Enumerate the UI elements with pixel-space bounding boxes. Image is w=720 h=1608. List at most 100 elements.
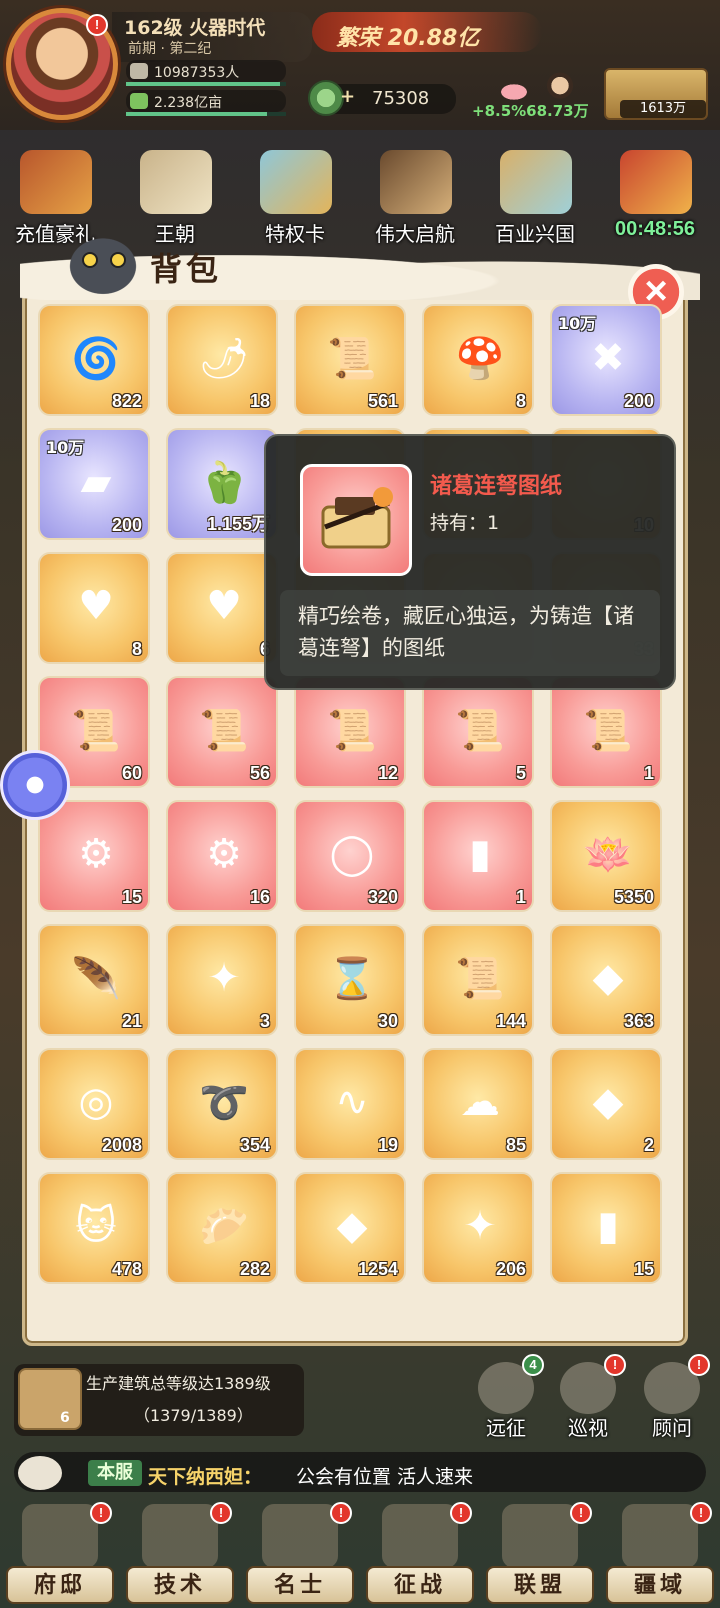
- item-quantity: 2: [643, 1135, 654, 1155]
- bag-item-slot[interactable]: 🪷 5350: [550, 800, 662, 912]
- nav-battle[interactable]: ! 征战: [360, 1502, 480, 1608]
- nav-label: 征战: [366, 1566, 474, 1604]
- item-quantity: 85: [505, 1135, 526, 1155]
- task-progress: （1379/1389）: [134, 1406, 253, 1425]
- bag-item-slot[interactable]: ◎ 2008: [38, 1048, 150, 1160]
- bag-item-slot[interactable]: 📜 5: [422, 676, 534, 788]
- bag-item-slot[interactable]: 🌶 18: [166, 304, 278, 416]
- inspect-button[interactable]: ! 巡视: [548, 1354, 628, 1444]
- bell-pepper-icon: 🫑: [199, 459, 249, 506]
- steamed-bun-icon: 🥟: [199, 1203, 249, 1250]
- bag-item-slot[interactable]: ◯ 320: [294, 800, 406, 912]
- activity-industry[interactable]: 百业兴国: [480, 144, 590, 246]
- welcome-card-icon: ▮: [596, 1203, 619, 1249]
- bag-item-slot[interactable]: 📜 561: [294, 304, 406, 416]
- bag-item-slot[interactable]: 🐱 478: [38, 1172, 150, 1284]
- bag-item-slot[interactable]: ◆ 363: [550, 924, 662, 1036]
- bag-item-slot[interactable]: ☁ 85: [422, 1048, 534, 1160]
- nav-alert-badge: !: [450, 1502, 472, 1524]
- item-quantity: 8: [515, 391, 526, 411]
- bag-item-slot[interactable]: ∿ 19: [294, 1048, 406, 1160]
- item-quantity: 56: [249, 763, 270, 783]
- activity-timed-gift[interactable]: 00:48:56: [600, 144, 710, 244]
- bag-item-slot[interactable]: ◆ 1254: [294, 1172, 406, 1284]
- item-quantity: 2008: [101, 1135, 142, 1155]
- nav-territory[interactable]: ! 疆域: [600, 1502, 720, 1608]
- bag-item-slot[interactable]: ✦ 3: [166, 924, 278, 1036]
- item-quantity: 60: [121, 763, 142, 783]
- gold-nugget-icon: ◆: [592, 1079, 624, 1125]
- target-icon: [382, 1504, 458, 1568]
- nav-scholars[interactable]: ! 名士: [240, 1502, 360, 1608]
- treasure-value: 1613万: [620, 100, 706, 118]
- bag-item-slot[interactable]: ◆ 2: [550, 1048, 662, 1160]
- bag-item-slot[interactable]: 📜 12: [294, 676, 406, 788]
- bag-item-slot[interactable]: ▮ 1: [422, 800, 534, 912]
- tooltip-item-name: 诸葛连弩图纸: [430, 474, 563, 499]
- chat-message: 公会有位置 活人速来: [296, 1466, 474, 1488]
- bag-item-slot[interactable]: ✖ 10万 200: [550, 304, 662, 416]
- bag-item-slot[interactable]: ▮ 15: [550, 1172, 662, 1284]
- bag-item-slot[interactable]: 📜 144: [422, 924, 534, 1036]
- bag-item-slot[interactable]: ♥ 8: [38, 552, 150, 664]
- ore-rock-icon: ◆: [592, 955, 624, 1001]
- crossbow-blueprint-icon: 📜: [327, 707, 377, 754]
- bag-item-slot[interactable]: 🍄 8: [422, 304, 534, 416]
- add-coin-button[interactable]: +: [340, 86, 355, 107]
- activity-great-voyage[interactable]: 伟大启航: [360, 144, 470, 246]
- nav-alliance[interactable]: ! 联盟: [480, 1502, 600, 1608]
- expedition-button[interactable]: 4 远征: [466, 1354, 546, 1444]
- bag-item-slot[interactable]: 🥟 282: [166, 1172, 278, 1284]
- coin-value: 75308: [372, 88, 430, 109]
- nav-alert-badge: !: [690, 1502, 712, 1524]
- item-quantity: 18: [249, 391, 270, 411]
- item-quantity: 30: [377, 1011, 398, 1031]
- bag-item-slot[interactable]: 🪶 21: [38, 924, 150, 1036]
- bag-item-slot[interactable]: 📜 56: [166, 676, 278, 788]
- bronze-plaque-icon: ✦: [463, 1203, 497, 1249]
- bag-item-slot[interactable]: ⌛ 30: [294, 924, 406, 1036]
- chat-channel-tag: 本服: [88, 1460, 142, 1486]
- white-jade-icon: ☁: [460, 1079, 500, 1125]
- nav-alert-badge: !: [330, 1502, 352, 1524]
- tooltip-description: 精巧绘卷，藏匠心独运，为铸造【诸葛连弩】的图纸: [298, 604, 634, 660]
- advisor-button[interactable]: ! 顾问: [632, 1354, 712, 1444]
- crossbow-blueprint-icon: [300, 464, 412, 576]
- nav-mansion[interactable]: ! 府邸: [0, 1502, 120, 1608]
- bag-item-slot[interactable]: ✦ 206: [422, 1172, 534, 1284]
- item-quantity: 320: [367, 887, 398, 907]
- bag-item-slot[interactable]: 🫑 1.155万: [166, 428, 278, 540]
- bag-item-slot[interactable]: ⚙ 16: [166, 800, 278, 912]
- expedition-badge: 4: [522, 1354, 544, 1376]
- land-stat: 2.238亿亩: [126, 90, 286, 112]
- task-description: 生产建筑总等级达1389级: [86, 1374, 271, 1393]
- treasure-chest-icon: [20, 150, 92, 214]
- nav-label: 技术: [126, 1566, 234, 1604]
- item-quantity: 5: [515, 763, 526, 783]
- activity-privilege-card[interactable]: 特权卡: [240, 144, 350, 246]
- item-quantity: 1254: [357, 1259, 398, 1279]
- bag-item-slot[interactable]: 📜 1: [550, 676, 662, 788]
- population-bar: [126, 82, 286, 86]
- advisor-badge: !: [688, 1354, 710, 1376]
- bag-item-slot[interactable]: ⚙ 15: [38, 800, 150, 912]
- bag-title: 背包: [150, 250, 223, 288]
- bag-item-slot[interactable]: ♥6: [166, 552, 278, 664]
- prosperity-banner[interactable]: 繁荣 20.88亿: [312, 12, 542, 52]
- land-value: 2.238亿亩: [154, 95, 223, 111]
- chat-sender-name: 天下纳西妲：: [148, 1466, 263, 1488]
- blueprint-scroll-icon: 📜: [71, 707, 121, 754]
- item-quantity: 15: [633, 1259, 654, 1279]
- land-icon: [130, 93, 148, 109]
- terracotta-blueprint-icon: 📜: [199, 707, 249, 754]
- chat-bubble-icon[interactable]: [18, 1456, 62, 1490]
- swirl-orb-icon[interactable]: [0, 750, 70, 820]
- bag-item-slot[interactable]: 🌀 822: [38, 304, 150, 416]
- nav-technology[interactable]: ! 技术: [120, 1502, 240, 1608]
- bag-item-slot[interactable]: ➰ 354: [166, 1048, 278, 1160]
- bag-item-slot[interactable]: ▰ 10万 200: [38, 428, 150, 540]
- land-bar: [126, 112, 286, 116]
- task-scroll-icon: [18, 1368, 82, 1430]
- advisor-label: 顾问: [652, 1416, 692, 1440]
- prosperity-value: 繁荣 20.88亿: [336, 26, 480, 51]
